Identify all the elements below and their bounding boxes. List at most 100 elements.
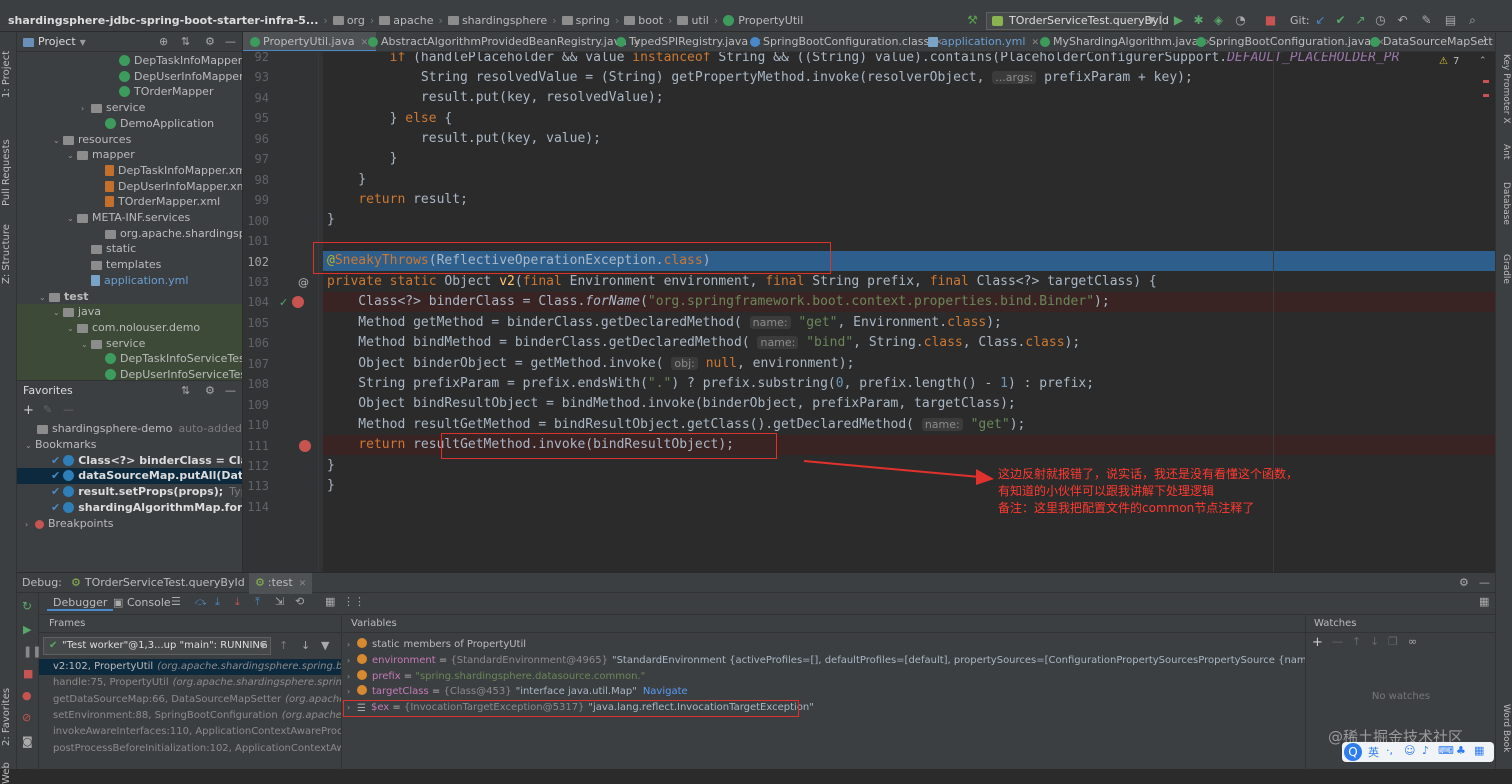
git-push-icon[interactable]: ↗ [1354,14,1367,27]
project-tree-item[interactable]: DepUserInfoMapper [17,69,242,85]
editor-gutter[interactable] [243,52,323,572]
ime-menu-icon[interactable]: ▦ [1474,744,1484,757]
down-arrow-icon[interactable]: ↓ [1370,635,1379,648]
variable-row[interactable]: › environment = {StandardEnvironment@4965… [347,653,1305,669]
minimize-icon[interactable]: — [225,381,236,401]
gear-icon[interactable]: ⚙ [1459,573,1469,593]
close-icon[interactable]: ✕ [299,579,307,589]
locate-icon[interactable]: ⊕ [159,32,168,52]
ime-keyboard-icon[interactable]: ⌨ [1438,744,1454,757]
tool-tab-pull-requests[interactable]: Pull Requests [1,136,16,206]
force-step-into-icon[interactable]: ⤓ [235,595,240,609]
debug-session-tab-active[interactable]: ⚙:test ✕ [249,573,313,594]
up-arrow-icon[interactable]: ↑ [279,639,288,652]
up-arrow-icon[interactable]: ↑ [1352,635,1361,648]
coverage-icon[interactable]: ◈ [1212,14,1225,27]
debug-icon[interactable]: ✱ [1192,14,1205,27]
project-tree-item[interactable]: static [17,241,242,257]
copy-icon[interactable]: ❐ [1388,635,1398,648]
breadcrumb-module[interactable]: shardingsphere-jdbc-spring-boot-starter-… [8,14,318,27]
chevron-down-icon[interactable]: ⌄ [81,337,91,353]
layout-icon[interactable]: ▦ [1479,595,1489,608]
ime-emoji-icon[interactable]: ☺ [1404,744,1415,757]
gear-icon[interactable]: ⚙ [205,32,215,52]
project-tree-item[interactable]: ⌄ resources [17,132,242,148]
chevron-down-icon[interactable]: ⌄ [67,321,77,337]
project-tree-item[interactable]: org.apache.shardingsphere [17,226,242,242]
stack-frame[interactable]: invokeAwareInterfaces:110, ApplicationCo… [39,724,341,740]
stack-frame[interactable]: postProcessBeforeInitialization:102, App… [39,741,341,757]
project-tree-item[interactable]: templates [17,257,242,273]
step-over-icon[interactable]: ⤼ [195,595,207,609]
git-rollback-icon[interactable]: ↶ [1396,14,1409,27]
breakpoints-group[interactable]: › Breakpoints [17,516,242,533]
profile-icon[interactable]: ◔ [1234,14,1247,27]
favorites-item[interactable]: shardingsphere-demo auto-added [17,421,242,437]
chevron-right-icon[interactable]: › [81,101,91,117]
edit-icon[interactable]: ✎ [43,403,52,416]
menu-icon[interactable]: ☰ [171,595,181,608]
gear-icon[interactable]: ⚙ [205,381,215,401]
breakpoint-icon[interactable] [299,440,311,452]
tool-tab-word-book[interactable]: Word Book [1498,704,1511,760]
project-tree-item[interactable]: DepTaskInfoMapper.xml [17,163,242,179]
add-icon[interactable]: + [23,403,34,418]
git-history-icon[interactable]: ◷ [1374,14,1387,27]
rerun-icon[interactable]: ↻ [22,599,32,613]
ime-skin-icon[interactable]: ♣ [1456,744,1466,757]
minimize-icon[interactable]: — [1479,573,1490,593]
chevron-down-icon[interactable]: ⌄ [67,148,77,164]
camera-icon[interactable]: ◙ [22,735,33,748]
ime-mic-icon[interactable]: ♪ [1422,744,1429,757]
annotation-marker-icon[interactable]: @ [298,276,309,289]
project-tree-item[interactable]: DepTaskInfoMapper [17,53,242,69]
collapse-all-icon[interactable]: ⇅ [181,381,190,401]
tool-tab-web[interactable]: Web [1,756,16,784]
project-tree-item[interactable]: ⌄ com.nolouser.demo [17,319,242,337]
project-tree-item[interactable]: ⌄ mapper [17,147,242,164]
favorites-item[interactable]: ✔ dataSourceMap.putAll(DataSource [17,468,242,485]
settings-wrench-icon[interactable]: ✎ [1420,14,1433,27]
stack-frame[interactable]: getDataSourceMap:66, DataSourceMapSetter… [39,692,341,708]
glasses-icon[interactable]: ∞ [1408,635,1417,648]
evaluate-expression-icon[interactable]: ▦ [325,595,335,608]
drop-frame-icon[interactable]: ⟲ [295,595,304,608]
breadcrumb-util[interactable]: util [691,14,708,27]
breadcrumb-shardingsphere[interactable]: shardingsphere [462,14,547,27]
favorites-item[interactable]: ✔ shardingAlgorithmMap.forEach((k [17,500,242,516]
project-tree-item[interactable]: DepTaskInfoServiceTest [17,351,242,368]
mute-breakpoints-icon[interactable]: ⊘ [22,711,31,724]
tool-tab-project[interactable]: 1: Project [1,38,16,98]
filter-icon[interactable]: ▼ [321,639,329,652]
tab-console[interactable]: Console [127,596,171,609]
breadcrumb-apache[interactable]: apache [393,14,433,27]
chevron-right-icon[interactable]: › [25,517,35,533]
favorites-item[interactable]: ✔ Class<?> binderClass = Class.forName [17,453,242,469]
view-breakpoints-icon[interactable]: ● [22,689,32,702]
input-method-toolbar[interactable]: Q 英 ·, ☺ ♪ ⌨ ♣ ▦ [1342,742,1494,762]
breadcrumb-boot[interactable]: boot [638,14,663,27]
stack-frame[interactable]: handle:75, PropertyUtil (org.apache.shard… [39,675,341,691]
breadcrumb-spring[interactable]: spring [576,14,610,27]
down-arrow-icon[interactable]: ↓ [301,639,310,652]
resume-icon[interactable]: ▶ [23,623,31,636]
run-configuration-select[interactable]: TOrderServiceTest.queryById ▼ [986,12,1169,30]
git-commit-icon[interactable]: ✔ [1334,14,1347,27]
breadcrumb-propertyutil[interactable]: PropertyUtil [738,14,803,27]
editor-tab[interactable]: PropertyUtil.java ✕ [243,32,377,51]
more-tabs-icon[interactable]: ⋮ [1479,34,1490,47]
structure-icon[interactable]: ▤ [1444,14,1457,27]
tool-tab-favorites[interactable]: 2: Favorites [1,682,16,746]
debug-session-tab[interactable]: ⚙TOrderServiceTest.queryById✕ [71,573,258,594]
favorites-item[interactable]: ✔ result.setProps(props); TypedSPIRe [17,484,242,500]
code-editor[interactable]: 92 93 94 95 96 97 98 99 100 101 102 103 104 105 106 107… [243,52,1495,572]
tool-tab-gradle[interactable]: Gradle [1498,254,1511,294]
chevron-right-icon[interactable]: › [347,669,357,685]
step-out-icon[interactable]: ⤒ [255,595,260,609]
ime-english-icon[interactable]: 英 [1368,744,1379,760]
warning-icon[interactable]: ⚠ [1439,56,1448,67]
tool-tab-database[interactable]: Database [1498,182,1511,238]
variable-row[interactable]: › static members of PropertyUtil [347,637,526,653]
chevron-up-icon[interactable]: ⌃ [1479,56,1487,66]
editor-tab[interactable]: SpringBootConfiguration.class ✕ [743,32,951,51]
